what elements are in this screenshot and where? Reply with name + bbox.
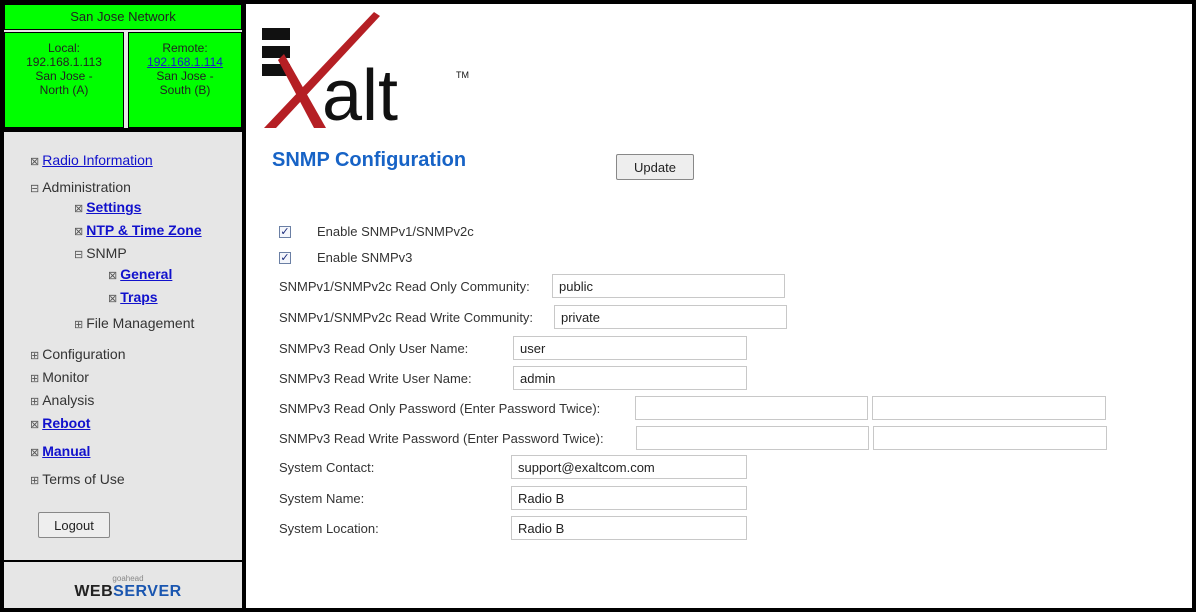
- enable-snmpv3-checkbox[interactable]: ✓: [279, 252, 291, 264]
- enable-snmpv3-label: Enable SNMPv3: [317, 250, 413, 265]
- system-location-input[interactable]: [511, 516, 747, 540]
- page-icon: ⊠: [108, 293, 118, 305]
- trademark-text: TM: [456, 70, 469, 80]
- web-text: WEB: [74, 583, 114, 600]
- configuration-label: Configuration: [42, 346, 126, 362]
- remote-site-box: Remote: 192.168.1.114 San Jose - South (…: [128, 32, 242, 128]
- file-management-label: File Management: [86, 315, 195, 331]
- goahead-webserver-logo: goahead WEBSERVER: [62, 574, 194, 604]
- system-contact-label: System Contact:: [279, 460, 375, 475]
- remote-name-line1: San Jose -: [156, 69, 214, 83]
- radio-information-link[interactable]: Radio Information: [42, 152, 153, 168]
- rw-community-label: SNMPv1/SNMPv2c Read Write Community:: [279, 310, 534, 325]
- collapsed-icon[interactable]: ⊞: [30, 396, 39, 408]
- snmp-label: SNMP: [86, 245, 127, 261]
- local-name-line2: North (A): [39, 83, 89, 97]
- sidebar-divider: [4, 128, 242, 132]
- exalt-logo: alt TM: [262, 12, 469, 132]
- left-sidebar: San Jose Network Local: 192.168.1.113 Sa…: [4, 4, 246, 608]
- nav-item-general[interactable]: ⊠ General: [108, 266, 172, 282]
- nav-item-file-management[interactable]: ⊞ File Management: [74, 315, 194, 331]
- administration-label: Administration: [42, 179, 131, 195]
- enable-snmpv1v2c-checkbox[interactable]: ✓: [279, 226, 291, 238]
- update-button[interactable]: Update: [616, 154, 694, 180]
- enable-snmpv1v2c-label: Enable SNMPv1/SNMPv2c: [317, 224, 474, 239]
- page-icon: ⊠: [74, 203, 84, 215]
- nav-item-configuration[interactable]: ⊞ Configuration: [30, 346, 126, 362]
- nav-item-monitor[interactable]: ⊞ Monitor: [30, 369, 89, 385]
- ro-community-label: SNMPv1/SNMPv2c Read Only Community:: [279, 279, 530, 294]
- logo-text: alt: [322, 56, 398, 132]
- nav-item-snmp[interactable]: ⊟ SNMP: [74, 245, 127, 261]
- nav-item-traps[interactable]: ⊠ Traps: [108, 289, 158, 305]
- rw-community-input[interactable]: [554, 305, 787, 329]
- local-heading: Local:: [47, 41, 81, 55]
- traps-link[interactable]: Traps: [120, 289, 157, 305]
- page-title: SNMP Configuration: [272, 149, 467, 171]
- logout-button[interactable]: Logout: [38, 512, 110, 538]
- collapsed-icon[interactable]: ⊞: [74, 319, 83, 331]
- manual-link[interactable]: Manual: [42, 443, 90, 459]
- analysis-label: Analysis: [42, 392, 95, 408]
- ntp-time-zone-link[interactable]: NTP & Time Zone: [86, 222, 201, 238]
- ro-community-input[interactable]: [552, 274, 785, 298]
- reboot-link[interactable]: Reboot: [42, 415, 90, 431]
- local-name-line1: San Jose -: [35, 69, 93, 83]
- page-icon: ⊠: [30, 156, 40, 168]
- page-icon: ⊠: [74, 226, 84, 238]
- rw-user-input[interactable]: [513, 366, 747, 390]
- system-name-input[interactable]: [511, 486, 747, 510]
- goahead-text: goahead: [112, 574, 144, 583]
- rw-password-confirm-input[interactable]: [873, 426, 1107, 450]
- ro-password-label: SNMPv3 Read Only Password (Enter Passwor…: [279, 401, 601, 416]
- local-site-box: Local: 192.168.1.113 San Jose - North (A…: [4, 32, 124, 128]
- nav-item-terms-of-use[interactable]: ⊞ Terms of Use: [30, 471, 125, 487]
- system-location-label: System Location:: [279, 521, 379, 536]
- sidebar-footer-divider: [4, 560, 242, 562]
- remote-name-line2: South (B): [159, 83, 211, 97]
- ro-password-input[interactable]: [635, 396, 868, 420]
- server-text: SERVER: [113, 583, 182, 600]
- collapsed-icon[interactable]: ⊞: [30, 475, 39, 487]
- nav-item-manual[interactable]: ⊠ Manual: [30, 443, 90, 459]
- page-icon: ⊠: [30, 447, 40, 459]
- network-title: San Jose Network: [4, 4, 242, 30]
- remote-heading: Remote:: [162, 41, 208, 55]
- collapsed-icon[interactable]: ⊞: [30, 373, 39, 385]
- nav-item-ntp-time-zone[interactable]: ⊠ NTP & Time Zone: [74, 222, 202, 238]
- rw-user-label: SNMPv3 Read Write User Name:: [279, 371, 472, 386]
- expanded-icon[interactable]: ⊟: [74, 249, 83, 261]
- monitor-label: Monitor: [42, 369, 89, 385]
- nav-item-reboot[interactable]: ⊠ Reboot: [30, 415, 90, 431]
- expanded-icon[interactable]: ⊟: [30, 183, 39, 195]
- browser-page: San Jose Network Local: 192.168.1.113 Sa…: [4, 4, 1192, 608]
- nav-item-analysis[interactable]: ⊞ Analysis: [30, 392, 94, 408]
- page-icon: ⊠: [108, 270, 118, 282]
- nav-item-radio-information[interactable]: ⊠ Radio Information: [30, 152, 153, 168]
- nav-item-settings[interactable]: ⊠ Settings: [74, 199, 141, 215]
- settings-link[interactable]: Settings: [86, 199, 141, 215]
- remote-ip-link[interactable]: 192.168.1.114: [147, 55, 223, 69]
- ro-user-label: SNMPv3 Read Only User Name:: [279, 341, 469, 356]
- general-link[interactable]: General: [120, 266, 172, 282]
- nav-item-administration[interactable]: ⊟ Administration: [30, 179, 131, 195]
- system-name-label: System Name:: [279, 491, 365, 506]
- rw-password-label: SNMPv3 Read Write Password (Enter Passwo…: [279, 431, 604, 446]
- system-contact-input[interactable]: [511, 455, 747, 479]
- rw-password-input[interactable]: [636, 426, 869, 450]
- ro-password-confirm-input[interactable]: [872, 396, 1106, 420]
- collapsed-icon[interactable]: ⊞: [30, 350, 39, 362]
- terms-of-use-label: Terms of Use: [42, 471, 125, 487]
- ro-user-input[interactable]: [513, 336, 747, 360]
- local-ip: 192.168.1.113: [26, 55, 102, 69]
- page-icon: ⊠: [30, 419, 40, 431]
